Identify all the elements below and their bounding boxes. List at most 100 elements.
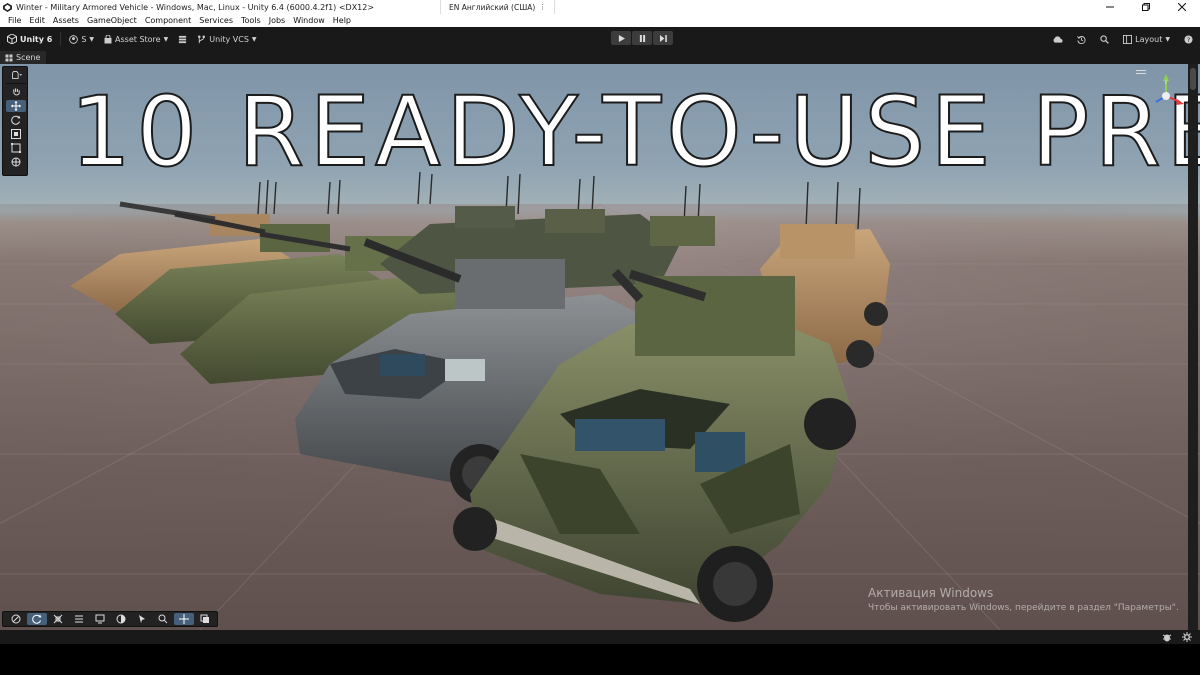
pointer-button[interactable] — [132, 613, 152, 625]
account-dropdown[interactable]: S ▼ — [64, 31, 99, 47]
rect-tool[interactable] — [6, 142, 26, 154]
ime-indicator[interactable]: EN Английский (США) ⋮ — [440, 0, 556, 14]
layers-button[interactable] — [195, 613, 215, 625]
close-button[interactable] — [1164, 0, 1200, 14]
svg-text:?: ? — [1187, 37, 1190, 44]
chevron-down-icon: ▼ — [251, 35, 257, 43]
layers-icon — [200, 614, 209, 623]
monitor-button[interactable] — [90, 613, 110, 625]
transform-icon — [11, 157, 21, 167]
cube-icon — [12, 71, 22, 79]
scene-tab-strip: Scene — [0, 51, 1200, 64]
help-button[interactable]: ? — [1177, 31, 1200, 47]
move-icon — [11, 101, 21, 111]
chevron-down-icon: ▼ — [163, 35, 169, 43]
pause-button[interactable] — [632, 31, 652, 45]
refresh-icon — [32, 614, 42, 624]
minimize-icon — [1106, 6, 1114, 8]
console-pane — [0, 644, 1200, 675]
cloud-services-button[interactable] — [1045, 31, 1070, 47]
menu-assets[interactable]: Assets — [49, 16, 83, 25]
vcs-label: Unity VCS — [209, 34, 249, 44]
menu-help[interactable]: Help — [329, 16, 355, 25]
globe-icon — [11, 614, 21, 624]
orientation-gizmo[interactable]: y — [1146, 72, 1186, 120]
vcs-dropdown[interactable]: Unity VCS ▼ — [192, 31, 261, 47]
menu-gameobject[interactable]: GameObject — [83, 16, 141, 25]
play-button[interactable] — [611, 31, 631, 45]
scrollbar-thumb[interactable] — [1190, 68, 1196, 90]
menu-edit[interactable]: Edit — [25, 16, 49, 25]
scale-tool[interactable] — [6, 128, 26, 140]
pause-icon — [639, 34, 645, 42]
refresh-button[interactable] — [27, 613, 47, 625]
move-button[interactable] — [174, 613, 194, 625]
circle-icon — [116, 614, 126, 624]
tab-scene[interactable]: Scene — [0, 51, 47, 64]
hand-tool[interactable] — [6, 86, 26, 98]
search-icon — [158, 614, 168, 624]
search-button[interactable] — [1093, 31, 1116, 47]
step-icon — [659, 34, 667, 42]
menu-services[interactable]: Services — [195, 16, 237, 25]
search-icon — [1100, 34, 1109, 44]
toolbar-divider — [60, 32, 62, 46]
ime-label: EN Английский (США) — [449, 2, 536, 12]
playmode-controls — [611, 31, 673, 45]
status-bar — [0, 630, 1200, 644]
svg-text:y: y — [1165, 79, 1168, 85]
asset-store-dropdown[interactable]: Asset Store ▼ — [99, 31, 173, 47]
step-button[interactable] — [653, 31, 673, 45]
history-icon — [1077, 35, 1086, 44]
gizmo-menu-button[interactable] — [1136, 70, 1146, 76]
list-button[interactable] — [69, 613, 89, 625]
headline-title: 10 READY-TO-USE PREFABS — [69, 76, 1200, 188]
undo-history-button[interactable] — [1070, 31, 1093, 47]
transform-tool[interactable] — [6, 156, 26, 168]
editor-toolbar: Unity 6 S ▼ Asset Store ▼ Unity VCS ▼ La… — [0, 27, 1200, 51]
settings-icon[interactable] — [1182, 632, 1192, 642]
layout-label: Layout — [1135, 34, 1163, 44]
scene-grid-icon — [5, 54, 13, 61]
menu-file[interactable]: File — [4, 16, 25, 25]
search-button[interactable] — [153, 613, 173, 625]
minimize-button[interactable] — [1092, 0, 1128, 14]
debug-icon[interactable] — [1162, 632, 1172, 642]
windows-activation-watermark: Активация Windows Чтобы активировать Win… — [868, 586, 1179, 613]
scale-icon — [11, 129, 21, 139]
help-icon: ? — [1184, 34, 1193, 44]
rotate-tool[interactable] — [6, 114, 26, 126]
unity-editor-window: Winter - Military Armored Vehicle - Wind… — [0, 0, 1200, 675]
chevron-down-icon: ▼ — [89, 35, 95, 43]
menu-component[interactable]: Component — [141, 16, 195, 25]
unity-home-button[interactable]: Unity 6 — [2, 31, 57, 47]
scene-tab-label: Scene — [16, 53, 41, 62]
globe-button[interactable] — [6, 613, 26, 625]
circle-button[interactable] — [111, 613, 131, 625]
menu-window[interactable]: Window — [289, 16, 329, 25]
tool-button[interactable] — [48, 613, 68, 625]
hand-icon — [12, 88, 20, 96]
rotate-icon — [11, 115, 21, 125]
layout-dropdown[interactable]: Layout ▼ — [1116, 31, 1177, 47]
scene-viewport[interactable]: 10 READY-TO-USE PREFABS y — [0, 64, 1200, 630]
menu-bar: File Edit Assets GameObject Component Se… — [0, 14, 1200, 27]
menu-jobs[interactable]: Jobs — [265, 16, 290, 25]
menu-tools[interactable]: Tools — [237, 16, 265, 25]
restore-icon — [1142, 3, 1150, 11]
cloud-build-button[interactable] — [173, 31, 192, 47]
move-icon — [179, 614, 189, 624]
view-options-button[interactable] — [6, 69, 26, 81]
viewport-scrollbar[interactable] — [1188, 64, 1198, 630]
chevron-down-icon: ▼ — [1165, 35, 1170, 43]
rect-icon — [11, 143, 21, 153]
layout-icon — [1123, 34, 1133, 44]
unity-app-icon — [3, 2, 12, 12]
maximize-button[interactable] — [1128, 0, 1164, 14]
unity-logo-icon — [7, 34, 17, 44]
close-icon — [1178, 3, 1186, 11]
scene-overlay-toolbar — [2, 611, 218, 627]
account-label: S — [81, 34, 87, 44]
pointer-icon — [139, 615, 145, 623]
move-tool[interactable] — [6, 100, 26, 112]
